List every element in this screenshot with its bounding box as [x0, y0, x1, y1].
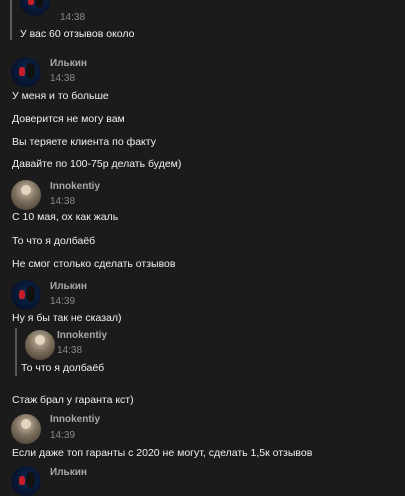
- author-name[interactable]: Innokentiy: [57, 330, 107, 341]
- quoted-text: То что я долбаёб: [21, 362, 105, 374]
- scrollbar[interactable]: [399, 0, 405, 487]
- user-avatar[interactable]: [20, 0, 50, 16]
- message-text: С 10 мая, ох как жаль: [12, 211, 119, 223]
- user-avatar[interactable]: [11, 180, 41, 210]
- message-time: 14:38: [57, 345, 83, 356]
- quoted-message[interactable]: Innokentiy 14:38 То что я долбаёб: [15, 328, 367, 376]
- message-time: 14:38: [50, 73, 76, 84]
- message-time: 14:38: [50, 196, 76, 207]
- author-name[interactable]: Innokentiy: [50, 181, 100, 192]
- user-avatar[interactable]: [25, 330, 55, 360]
- message-text: Стаж брал у гаранта кст): [12, 394, 134, 406]
- message-text: То что я долбаёб: [12, 235, 96, 247]
- message-time: 14:39: [50, 296, 76, 307]
- message-text: Если даже топ гаранты с 2020 не могут, с…: [12, 447, 313, 459]
- author-name[interactable]: Innokentiy: [50, 414, 100, 425]
- message-text: Давайте по 100-75р делать будем): [12, 158, 182, 170]
- message-text: У меня и то больше: [12, 90, 109, 102]
- user-avatar[interactable]: [11, 57, 41, 87]
- message-text: Доверится не могу вам: [12, 113, 125, 125]
- quoted-text: У вас 60 отзывов около: [20, 28, 135, 40]
- chat-history: 14:38 У вас 60 отзывов около Илькин 14:3…: [0, 0, 405, 496]
- author-name[interactable]: Илькин: [50, 467, 87, 478]
- user-avatar[interactable]: [11, 466, 41, 496]
- user-avatar[interactable]: [11, 414, 41, 444]
- message-time: 14:38: [60, 12, 86, 23]
- author-name[interactable]: Илькин: [50, 281, 87, 292]
- message-text: Не смог столько сделать отзывов: [12, 258, 176, 270]
- message-text: Ну я бы так не сказал): [12, 312, 122, 324]
- user-avatar[interactable]: [11, 280, 41, 310]
- message-text: Вы теряете клиента по факту: [12, 136, 156, 148]
- author-name[interactable]: Илькин: [50, 58, 87, 69]
- quoted-message[interactable]: 14:38 У вас 60 отзывов около: [10, 0, 362, 40]
- message-time: 14:39: [50, 430, 76, 441]
